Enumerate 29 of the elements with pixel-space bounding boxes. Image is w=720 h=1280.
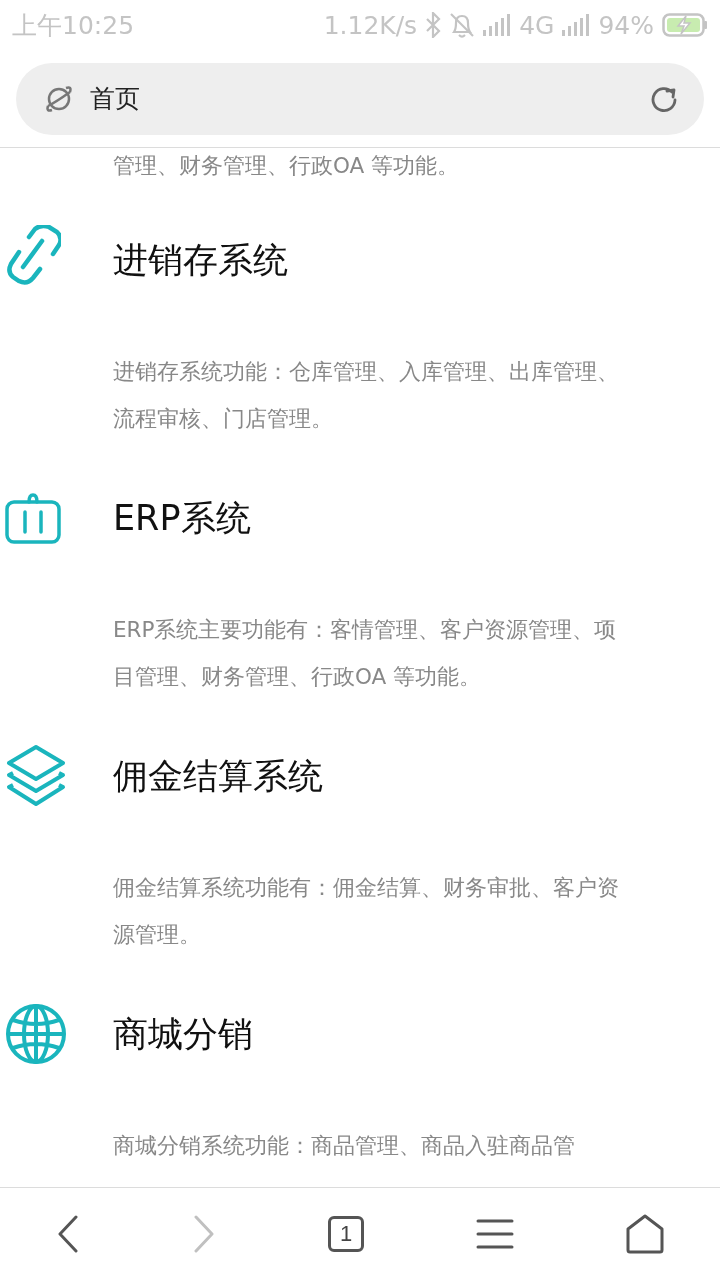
suitcase-icon [5,492,61,544]
status-time: 上午10:25 [12,9,135,42]
description-text: 商城分销系统功能：商品管理、商品入驻商品管 [112,1132,576,1160]
globe-icon [5,1003,67,1065]
network-speed: 1.12K/s [323,10,418,40]
planet-icon [44,83,74,114]
battery-charging-icon [662,13,708,37]
address-text: 首页 [90,83,141,115]
description-text: 进销存系统功能：仓库管理、入库管理、出库管理、流程审核、门店管理。 [112,358,620,433]
section-title: 佣金结算系统 [113,754,323,798]
bell-off-icon [449,12,476,38]
description-text: 管理、财务管理、行政OA 等功能。 [112,152,461,180]
address-bar[interactable]: 首页 [16,62,704,135]
bluetooth-icon [425,12,442,38]
section-title: ERP系统 [113,496,251,540]
menu-button[interactable] [476,1218,514,1250]
back-button[interactable] [56,1215,80,1253]
home-button[interactable] [626,1214,664,1254]
network-type: 4G [519,10,555,40]
layers-icon [5,744,67,808]
signal-icon [562,14,591,36]
battery-percent: 94% [598,10,654,40]
signal-icon [483,14,512,36]
description-text: 佣金结算系统功能有：佣金结算、财务审批、客户资源管理。 [112,874,620,949]
tabs-button[interactable]: 1 [328,1216,364,1252]
description-text: ERP系统主要功能有：客情管理、客户资源管理、项目管理、财务管理、行政OA 等功能。 [112,616,618,691]
refresh-icon[interactable] [650,84,678,113]
section-title: 商城分销 [113,1012,253,1056]
section-title: 进销存系统 [113,238,288,282]
